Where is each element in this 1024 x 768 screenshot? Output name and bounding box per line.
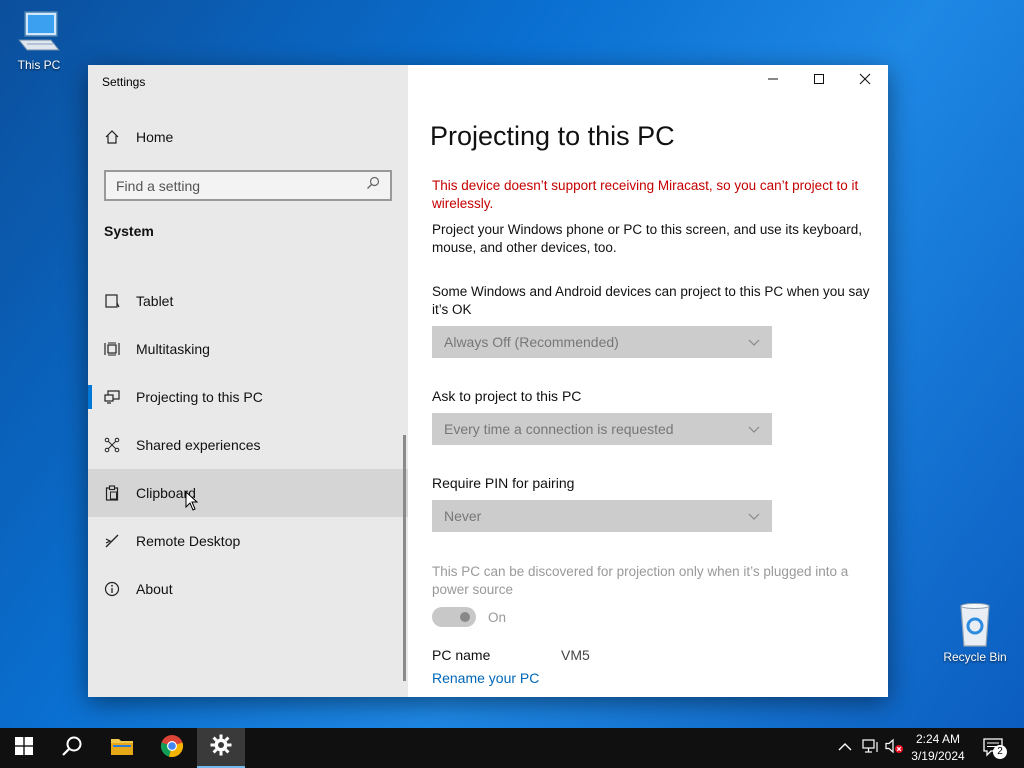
toggle-knob	[460, 612, 470, 622]
recycle-bin-icon	[951, 602, 999, 648]
miracast-warning: This device doesn’t support receiving Mi…	[432, 178, 859, 211]
dropdown-value: Never	[444, 508, 482, 524]
tablet-icon	[88, 293, 136, 309]
sidebar-item-label: Multitasking	[136, 341, 210, 357]
info-icon	[88, 581, 136, 597]
search-input[interactable]	[116, 177, 366, 194]
ask-to-project-label: Ask to project to this PC	[432, 388, 582, 404]
volume-muted-icon	[885, 738, 905, 759]
maximize-button[interactable]	[796, 65, 842, 97]
windows-logo-icon	[15, 736, 33, 760]
nav-home-label: Home	[136, 129, 174, 145]
nav-home[interactable]: Home	[88, 121, 408, 153]
dropdown-value: Every time a connection is requested	[444, 421, 674, 437]
sidebar-item-shared-experiences[interactable]: Shared experiences	[88, 421, 408, 469]
page-title: Projecting to this PC	[430, 121, 675, 151]
taskbar: 2:24 AM 3/19/2024 2	[0, 728, 1024, 768]
clipboard-icon	[88, 485, 136, 501]
action-center-button[interactable]: 2	[982, 728, 1008, 768]
dropdown-value: Always Off (Recommended)	[444, 334, 619, 350]
desktop-icon-this-pc[interactable]: This PC	[2, 10, 76, 72]
notification-badge: 2	[993, 745, 1007, 759]
minimize-icon	[767, 72, 779, 90]
chrome-icon	[160, 734, 184, 763]
chrome-button[interactable]	[148, 728, 196, 768]
ask-to-project-dropdown[interactable]: Every time a connection is requested	[432, 413, 772, 445]
sidebar-item-label: Tablet	[136, 293, 174, 309]
multitasking-icon	[88, 341, 136, 357]
sidebar-item-clipboard[interactable]: Clipboard	[88, 469, 408, 517]
settings-taskbar-button[interactable]	[197, 728, 245, 768]
clock-time: 2:24 AM	[915, 732, 961, 746]
sidebar-item-multitasking[interactable]: Multitasking	[88, 325, 408, 373]
search-box[interactable]	[104, 170, 392, 201]
start-button[interactable]	[0, 728, 48, 768]
content-pane: Projecting to this PC This device doesn’…	[408, 65, 888, 697]
availability-dropdown[interactable]: Always Off (Recommended)	[432, 326, 772, 358]
sidebar-item-tablet[interactable]: Tablet	[88, 277, 408, 325]
section-heading: System	[104, 223, 154, 239]
caption-buttons	[750, 65, 888, 97]
projecting-icon	[88, 389, 136, 405]
sidebar-item-label: Shared experiences	[136, 437, 261, 453]
sidebar-item-label: Remote Desktop	[136, 533, 241, 549]
mouse-cursor-icon	[185, 490, 199, 516]
sidebar-item-remote-desktop[interactable]: Remote Desktop	[88, 517, 408, 565]
shared-experiences-icon	[88, 437, 136, 453]
nav-list: Tablet Multitasking Projecting to this P…	[88, 277, 408, 613]
chevron-down-icon	[748, 421, 760, 437]
remote-desktop-icon	[88, 533, 136, 549]
require-pin-label: Require PIN for pairing	[432, 475, 575, 491]
home-icon	[88, 129, 136, 145]
close-button[interactable]	[842, 65, 888, 97]
gear-icon	[210, 734, 232, 761]
chevron-down-icon	[748, 508, 760, 524]
search-icon[interactable]	[366, 176, 380, 195]
minimize-button[interactable]	[750, 65, 796, 97]
power-source-toggle[interactable]	[432, 607, 476, 627]
power-source-note: This PC can be discovered for projection…	[432, 564, 849, 597]
taskbar-clock[interactable]: 2:24 AM 3/19/2024	[905, 731, 971, 765]
description-text: Project your Windows phone or PC to this…	[432, 222, 862, 255]
network-tray-button[interactable]	[862, 728, 880, 768]
computer-icon	[15, 10, 63, 56]
sidebar: Settings Home System Tablet	[88, 65, 408, 697]
search-icon	[61, 735, 83, 762]
volume-tray-button[interactable]	[885, 728, 905, 768]
notification-icon: 2	[982, 737, 1008, 759]
show-hidden-icons-button[interactable]	[838, 728, 852, 768]
close-icon	[859, 72, 871, 90]
clock-date: 3/19/2024	[911, 749, 965, 763]
chevron-down-icon	[748, 334, 760, 350]
file-explorer-button[interactable]	[98, 728, 146, 768]
pc-name-label: PC name	[432, 647, 491, 663]
maximize-icon	[813, 72, 825, 90]
sidebar-item-label: About	[136, 581, 173, 597]
desktop-icon-label: This PC	[17, 58, 61, 72]
network-icon	[862, 738, 880, 759]
sidebar-item-about[interactable]: About	[88, 565, 408, 613]
pc-name-value: VM5	[561, 647, 590, 663]
sidebar-item-label: Projecting to this PC	[136, 389, 263, 405]
toggle-label: On	[488, 610, 507, 625]
require-pin-dropdown[interactable]: Never	[432, 500, 772, 532]
chevron-up-icon	[838, 739, 852, 757]
desktop-icon-label: Recycle Bin	[943, 650, 1007, 664]
settings-window: Settings Home System Tablet	[88, 65, 888, 697]
rename-pc-link[interactable]: Rename your PC	[432, 670, 539, 686]
window-title: Settings	[102, 75, 146, 89]
folder-icon	[110, 736, 134, 761]
sidebar-item-projecting[interactable]: Projecting to this PC	[88, 373, 408, 421]
desktop-icon-recycle-bin[interactable]: Recycle Bin	[938, 602, 1012, 664]
availability-label: Some Windows and Android devices can pro…	[432, 284, 870, 317]
search-taskbar-button[interactable]	[48, 728, 96, 768]
sidebar-scrollbar[interactable]	[403, 435, 406, 681]
